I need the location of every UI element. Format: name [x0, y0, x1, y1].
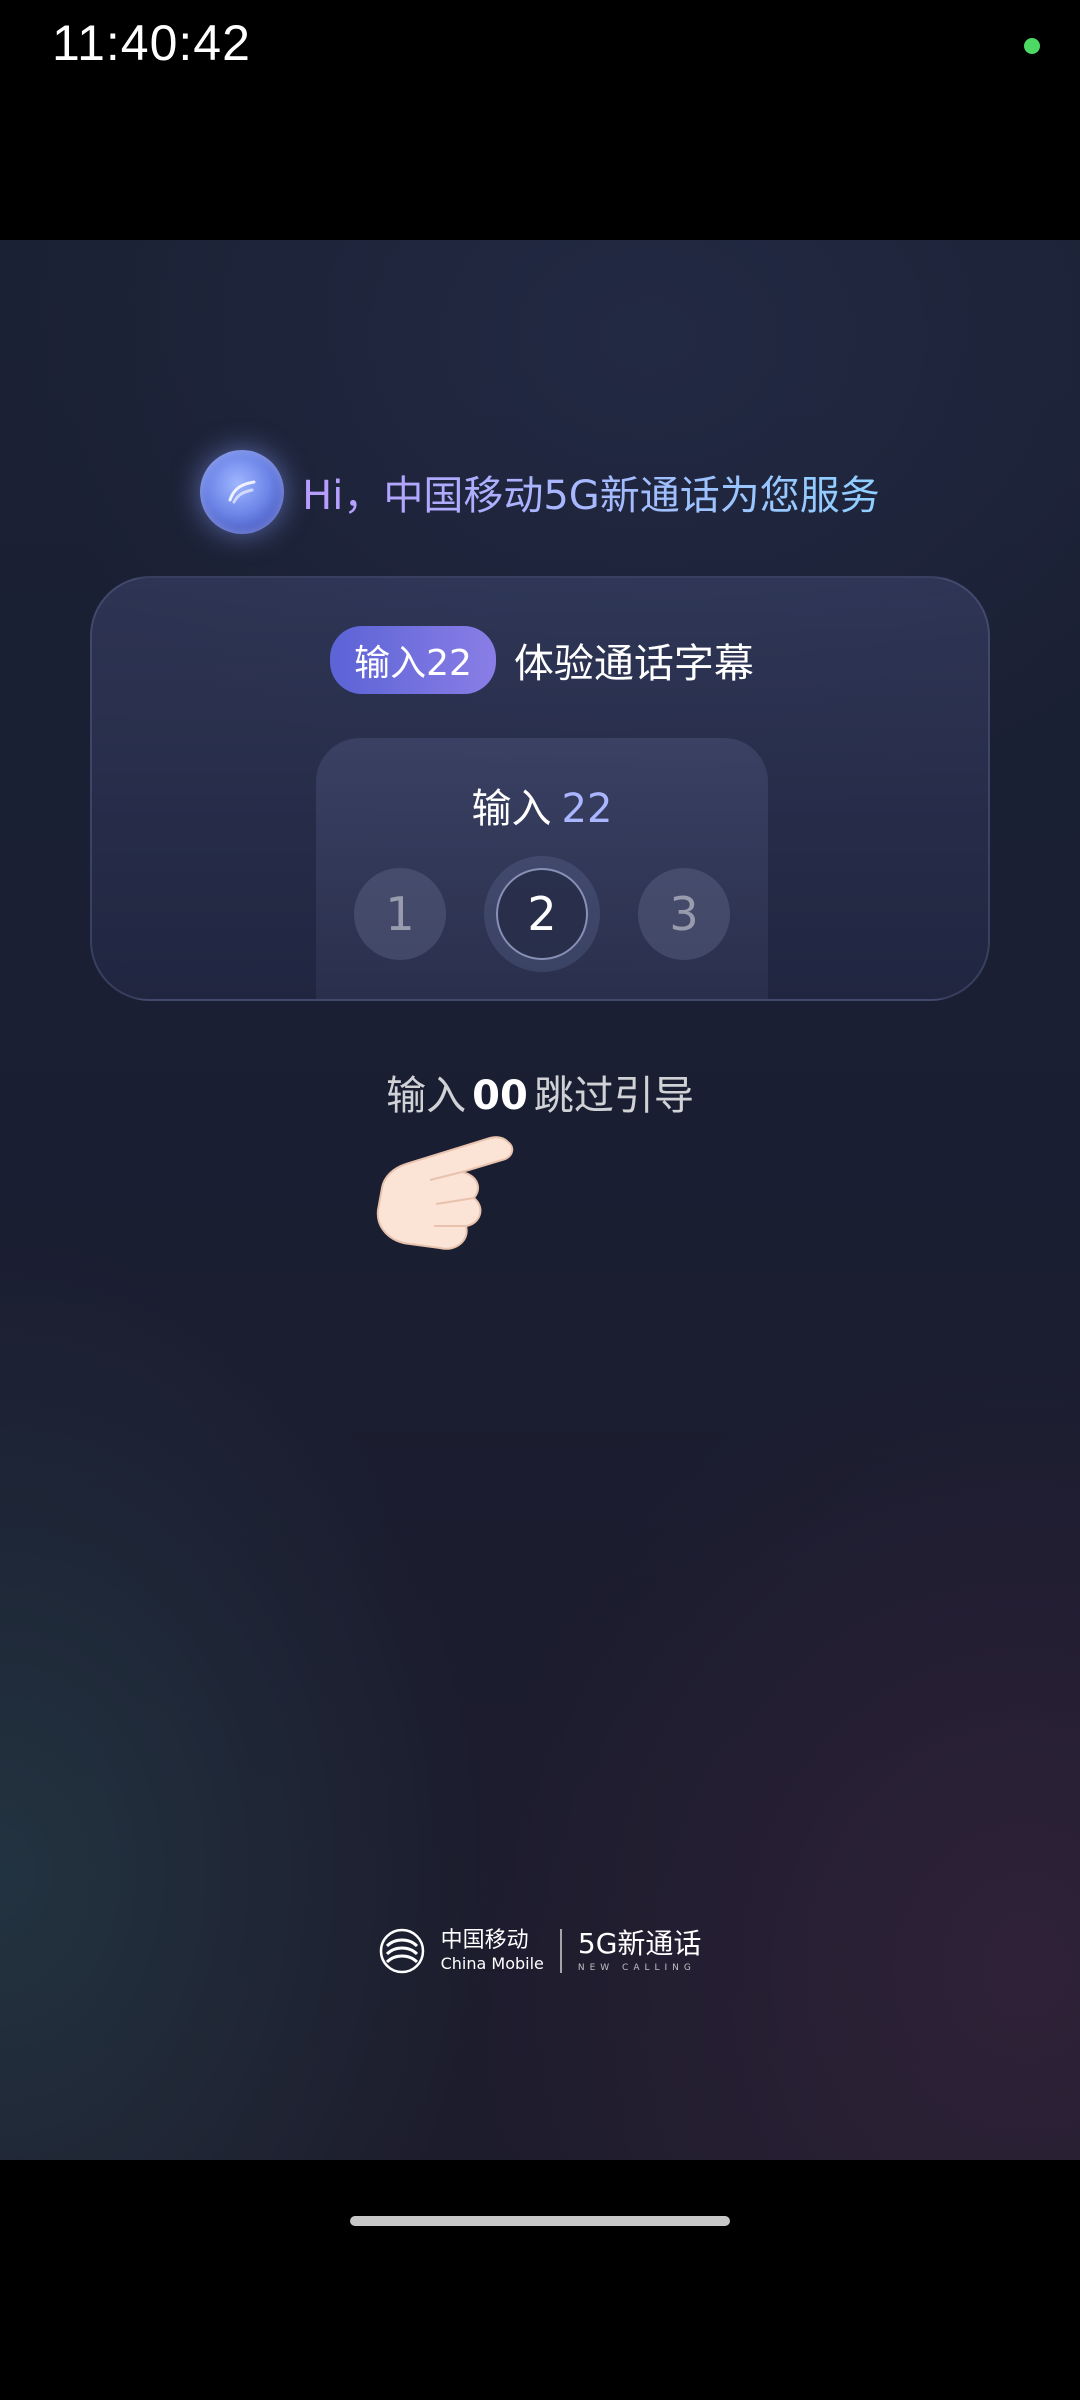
service-name-zh: 5G新通话	[577, 1926, 702, 1960]
service-name: 5G新通话 NEW CALLING	[577, 1926, 702, 1973]
navigation-bar	[0, 2160, 1080, 2400]
keypad-key-2-pressed: 2	[496, 868, 588, 960]
skip-hint-suffix: 跳过引导	[533, 1073, 694, 1119]
brand-footer: 中国移动 China Mobile 5G新通话 NEW CALLING	[0, 1928, 1080, 1974]
assistant-glyph-icon	[228, 480, 256, 504]
operator-name: 中国移动 China Mobile	[441, 1930, 544, 1972]
keypad-preview: 输入 22 1 2 3	[316, 738, 768, 999]
keypad-prompt-code: 22	[561, 786, 613, 832]
status-bar: 11:40:42	[0, 0, 1080, 240]
operator-name-zh: 中国移动	[440, 1928, 529, 1953]
keypad-prompt: 输入 22	[316, 776, 768, 834]
greeting-row: Hi，中国移动5G新通话为您服务	[0, 450, 1080, 534]
skip-hint-prefix: 输入	[386, 1073, 467, 1119]
skip-hint-code: 00	[472, 1073, 528, 1119]
home-indicator[interactable]	[350, 2216, 730, 2226]
assistant-avatar-icon	[200, 450, 285, 534]
call-guide-screen: Hi，中国移动5G新通话为您服务 输入22 体验通话字幕 输入 22 1 2 3 …	[0, 240, 1080, 2160]
skip-guide-hint: 输入 00 跳过引导	[0, 1063, 1080, 1121]
service-name-en: NEW CALLING	[577, 1962, 696, 1973]
china-mobile-logo-icon	[379, 1928, 424, 1974]
guide-card: 输入22 体验通话字幕 输入 22 1 2 3	[90, 576, 990, 1001]
greeting-text: Hi，中国移动5G新通话为您服务	[302, 463, 880, 521]
keypad-prompt-label: 输入	[471, 786, 552, 832]
keypad-key-1: 1	[354, 868, 446, 960]
guide-card-title: 体验通话字幕	[513, 641, 754, 687]
hand-pointer-icon	[376, 1136, 514, 1250]
privacy-indicator-dot	[1024, 38, 1040, 54]
keypad-key-3: 3	[638, 868, 730, 960]
operator-name-en: China Mobile	[440, 1954, 544, 1973]
input-code-pill: 输入22	[330, 626, 496, 694]
guide-card-header: 输入22 体验通话字幕	[92, 626, 988, 694]
brand-divider	[559, 1929, 562, 1973]
status-time: 11:40:42	[52, 15, 251, 71]
